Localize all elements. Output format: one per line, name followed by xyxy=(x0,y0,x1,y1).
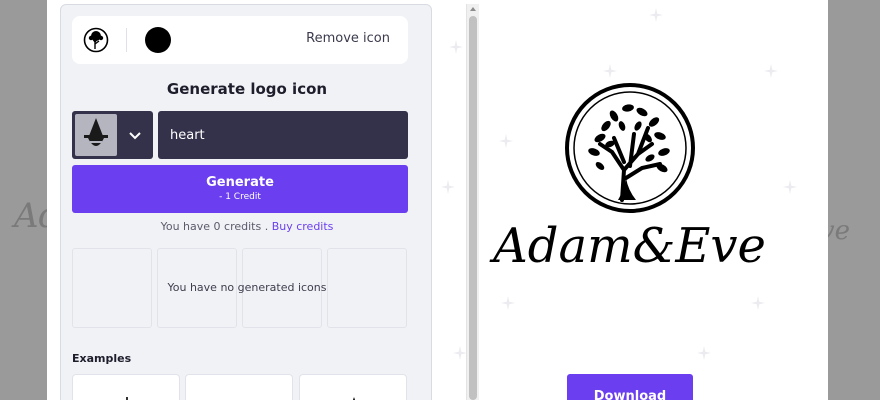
example-card[interactable] xyxy=(185,374,293,400)
sparkle-icon xyxy=(441,180,455,194)
empty-state-text: You have no generated icons xyxy=(167,281,327,294)
generate-button[interactable]: Generate - 1 Credit xyxy=(72,165,408,213)
icon-divider xyxy=(126,28,127,52)
generate-button-cost: - 1 Credit xyxy=(219,192,261,202)
credits-count: You have 0 credits . xyxy=(160,220,272,233)
tree-icon[interactable] xyxy=(83,27,109,53)
witch-hat-icon xyxy=(84,118,108,146)
icon-panel: Remove icon Generate logo icon Generate … xyxy=(60,4,432,400)
remove-icon-link[interactable]: Remove icon xyxy=(306,31,390,46)
sparkle-icon xyxy=(499,134,513,148)
generate-title: Generate logo icon xyxy=(166,80,328,98)
credits-text: You have 0 credits . Buy credits xyxy=(61,220,431,233)
buy-credits-link[interactable]: Buy credits xyxy=(272,220,334,233)
style-dropdown[interactable] xyxy=(72,111,153,159)
sparkle-icon xyxy=(453,346,467,360)
chevron-down-icon xyxy=(129,132,141,140)
brand-name-text: Adam&Eve xyxy=(493,218,766,274)
sparkle-icon xyxy=(751,296,765,310)
generate-button-label: Generate xyxy=(206,175,274,190)
sparkle-icon xyxy=(783,180,797,194)
example-card[interactable] xyxy=(299,374,407,400)
download-button[interactable]: Download xyxy=(567,374,693,400)
sparkle-icon xyxy=(649,8,663,22)
logo-preview: Adam&Eve xyxy=(431,0,828,360)
icon-prompt-input[interactable] xyxy=(158,111,408,159)
sparkle-icon xyxy=(501,296,515,310)
tree-logo-icon xyxy=(565,83,695,213)
sparkle-icon xyxy=(603,64,617,78)
color-swatch[interactable] xyxy=(145,27,171,53)
sparkle-icon xyxy=(449,40,463,54)
example-card[interactable] xyxy=(72,374,180,400)
logo-editor-modal: Remove icon Generate logo icon Generate … xyxy=(47,0,828,400)
examples-heading: Examples xyxy=(72,352,132,365)
sparkle-icon xyxy=(764,64,778,78)
sparkle-icon xyxy=(697,346,711,360)
current-icon-row: Remove icon xyxy=(72,16,408,64)
style-thumbnail xyxy=(75,114,117,156)
